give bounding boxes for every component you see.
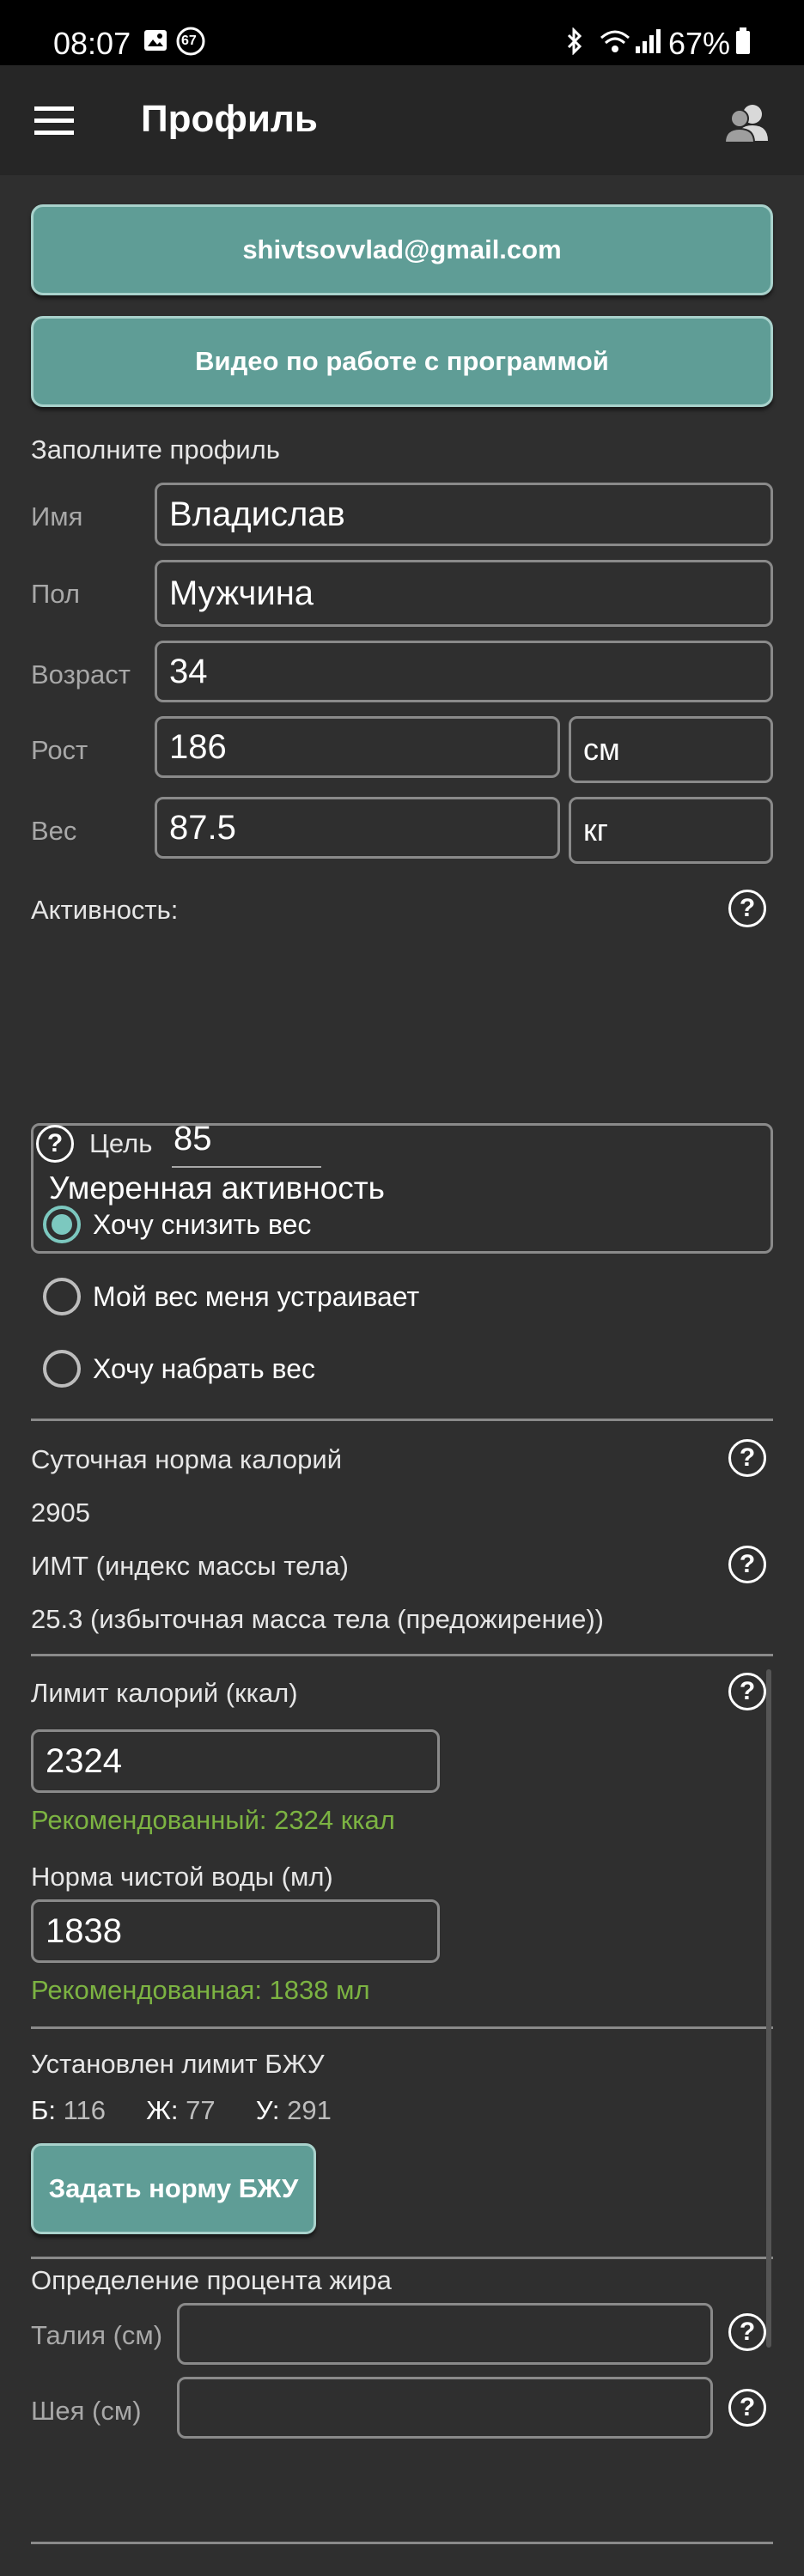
calorie-limit-label: Лимит калорий (ккал) <box>31 1678 298 1708</box>
bzu-values: Б: 116 Ж: 77 У: 291 <box>31 2095 332 2126</box>
bmi-help-icon[interactable]: ? <box>728 1546 766 1583</box>
daily-calories-label: Суточная норма калорий <box>31 1444 343 1474</box>
bmi-value: 25.3 (избыточная масса тела (предожирени… <box>31 1604 604 1634</box>
water-norm-label: Норма чистой воды (мл) <box>31 1862 333 1892</box>
fat-label: Ж: <box>146 2095 179 2125</box>
battery-icon <box>735 27 751 59</box>
notification-badge-count: 67 <box>181 33 197 48</box>
wifi-icon <box>598 27 632 59</box>
bzu-limit-title: Установлен лимит БЖУ <box>31 2049 325 2079</box>
signal-icon <box>634 27 661 59</box>
bluetooth-icon <box>563 27 586 59</box>
status-bar: 08:07 67 67% <box>0 0 804 65</box>
menu-icon[interactable] <box>34 106 74 140</box>
gender-label: Пол <box>31 579 80 609</box>
waist-label: Талия (см) <box>31 2320 163 2350</box>
video-tutorial-button[interactable]: Видео по работе с программой <box>31 316 773 407</box>
goal-help-icon[interactable]: ? <box>36 1125 74 1163</box>
weight-field[interactable]: 87.5 <box>155 797 560 859</box>
daily-calories-help-icon[interactable]: ? <box>728 1439 766 1477</box>
water-recommended-text: Рекомендованная: 1838 мл <box>31 1975 370 2005</box>
fat-value: 77 <box>186 2095 216 2125</box>
calorie-recommended-text: Рекомендованный: 2324 ккал <box>31 1805 395 1835</box>
age-label: Возраст <box>31 659 131 690</box>
divider <box>31 1419 773 1421</box>
battery-level: 67% <box>668 26 731 61</box>
users-icon[interactable] <box>723 101 771 149</box>
carbs-value: 291 <box>287 2095 332 2125</box>
calorie-limit-help-icon[interactable]: ? <box>728 1673 766 1710</box>
divider <box>31 1654 773 1656</box>
calorie-limit-field[interactable]: 2324 <box>31 1729 440 1793</box>
set-bzu-button[interactable]: Задать норму БЖУ <box>31 2143 316 2234</box>
account-email-button[interactable]: shivtsovvlad@gmail.com <box>31 204 773 295</box>
page-title: Профиль <box>141 98 318 140</box>
profile-content: shivtsovvlad@gmail.com Видео по работе с… <box>0 175 804 2576</box>
activity-help-icon[interactable]: ? <box>728 890 766 927</box>
notification-badge-icon: 67 <box>175 26 206 61</box>
goal-option-keep-label[interactable]: Мой вес меня устраивает <box>93 1281 419 1313</box>
water-norm-field[interactable]: 1838 <box>31 1899 440 1963</box>
weight-unit-select[interactable]: кг <box>569 797 773 864</box>
divider <box>31 2257 773 2259</box>
weight-label: Вес <box>31 816 77 846</box>
goal-option-keep-radio[interactable] <box>43 1278 81 1315</box>
goal-option-lose-label[interactable]: Хочу снизить вес <box>93 1209 311 1241</box>
status-time: 08:07 <box>53 26 131 61</box>
age-field[interactable]: 34 <box>155 641 773 702</box>
scrollbar[interactable] <box>766 1669 771 2348</box>
goal-option-gain-label[interactable]: Хочу набрать вес <box>93 1353 315 1385</box>
protein-label: Б: <box>31 2095 56 2125</box>
waist-help-icon[interactable]: ? <box>728 2313 766 2351</box>
daily-calories-value: 2905 <box>31 1498 90 1528</box>
goal-option-gain-radio[interactable] <box>43 1350 81 1388</box>
height-label: Рост <box>31 735 88 765</box>
activity-label: Активность: <box>31 895 179 925</box>
gender-select[interactable]: Мужчина <box>155 560 773 627</box>
bmi-label: ИМТ (индекс массы тела) <box>31 1551 349 1581</box>
waist-field[interactable] <box>177 2303 713 2365</box>
height-field[interactable]: 186 <box>155 716 560 778</box>
carbs-label: У: <box>255 2095 280 2125</box>
goal-option-lose-radio[interactable] <box>43 1206 81 1243</box>
height-unit-select[interactable]: см <box>569 716 773 783</box>
neck-help-icon[interactable]: ? <box>728 2389 766 2427</box>
protein-value: 116 <box>63 2095 107 2125</box>
goal-weight-input[interactable]: 85 <box>172 1116 321 1168</box>
divider <box>31 2542 773 2544</box>
profile-section-title: Заполните профиль <box>31 434 280 465</box>
name-label: Имя <box>31 501 83 532</box>
neck-label: Шея (см) <box>31 2396 142 2426</box>
name-field[interactable]: Владислав <box>155 483 773 546</box>
fat-percent-title: Определение процента жира <box>31 2265 392 2295</box>
neck-field[interactable] <box>177 2377 713 2439</box>
goal-label: Цель <box>89 1128 153 1158</box>
gallery-icon <box>143 27 168 58</box>
divider <box>31 2026 773 2029</box>
app-bar: Профиль <box>0 65 804 175</box>
